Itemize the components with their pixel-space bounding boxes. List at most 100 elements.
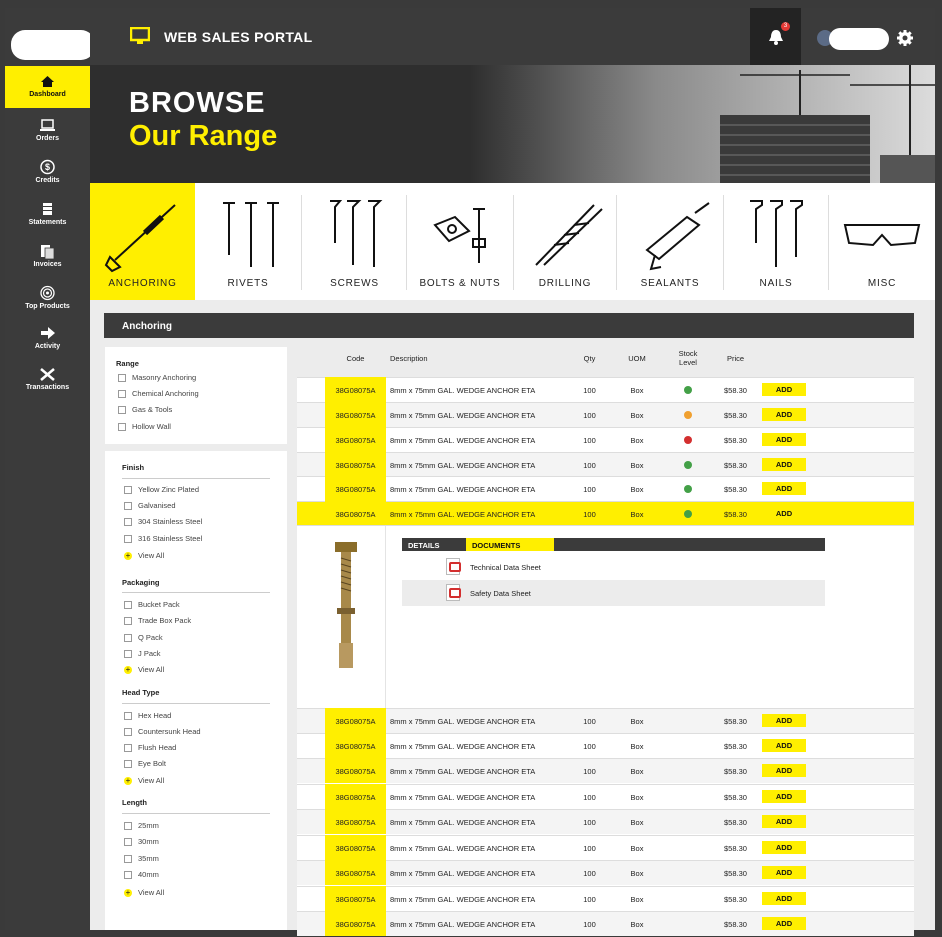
checkbox[interactable] xyxy=(124,634,132,643)
sidebar-item-invoices[interactable]: Invoices xyxy=(5,236,90,276)
checkbox[interactable] xyxy=(124,838,132,847)
category-misc[interactable]: MISC xyxy=(829,183,935,300)
product-code[interactable]: 38G08075A xyxy=(325,452,386,477)
add-button[interactable]: ADD xyxy=(762,917,806,930)
checkbox[interactable] xyxy=(118,374,126,383)
checkbox[interactable] xyxy=(124,518,132,527)
table-row[interactable]: 38G08075A 8mm x 75mm GAL. WEDGE ANCHOR ET… xyxy=(297,835,914,860)
checkbox[interactable] xyxy=(124,871,132,880)
checkbox[interactable] xyxy=(124,617,132,626)
filter-option[interactable]: Hex Head xyxy=(124,711,171,721)
sidebar-item-top-products[interactable]: Top Products xyxy=(5,278,90,318)
product-code[interactable]: 38G08075A xyxy=(325,860,386,885)
category-bolts-nuts[interactable]: BOLTS & NUTS xyxy=(407,183,513,300)
checkbox[interactable] xyxy=(124,535,132,544)
filter-option[interactable]: Yellow Zinc Plated xyxy=(124,485,199,495)
add-button[interactable]: ADD xyxy=(762,764,806,777)
filter-option[interactable]: 35mm xyxy=(124,854,159,864)
filter-option[interactable]: Trade Box Pack xyxy=(124,616,191,626)
checkbox[interactable] xyxy=(118,406,126,415)
product-code[interactable]: 38G08075A xyxy=(325,784,386,809)
table-row[interactable]: 38G08075A 8mm x 75mm GAL. WEDGE ANCHOR ET… xyxy=(297,886,914,911)
checkbox[interactable] xyxy=(124,855,132,864)
add-button[interactable]: ADD xyxy=(762,482,806,495)
checkbox[interactable] xyxy=(124,502,132,511)
checkbox[interactable] xyxy=(124,712,132,721)
filter-option[interactable]: Q Pack xyxy=(124,633,163,643)
sidebar-item-statements[interactable]: Statements xyxy=(5,194,90,234)
checkbox[interactable] xyxy=(118,423,126,432)
filter-option[interactable]: 25mm xyxy=(124,821,159,831)
category-sealants[interactable]: SEALANTS xyxy=(617,183,723,300)
checkbox[interactable] xyxy=(124,728,132,737)
add-button[interactable]: ADD xyxy=(762,841,806,854)
category-nails[interactable]: NAILS xyxy=(724,183,828,300)
table-row[interactable]: 38G08075A 8mm x 75mm GAL. WEDGE ANCHOR ET… xyxy=(297,377,914,402)
product-code[interactable]: 38G08075A xyxy=(325,911,386,936)
table-row[interactable]: 38G08075A 8mm x 75mm GAL. WEDGE ANCHOR ET… xyxy=(297,427,914,452)
add-button[interactable]: ADD xyxy=(762,714,806,727)
add-button[interactable]: ADD xyxy=(762,507,806,520)
filter-option[interactable]: 30mm xyxy=(124,837,159,847)
sidebar-item-transactions[interactable]: Transactions xyxy=(5,359,90,399)
add-button[interactable]: ADD xyxy=(762,458,806,471)
filter-option[interactable]: 40mm xyxy=(124,870,159,880)
product-code[interactable]: 38G08075A xyxy=(325,758,386,783)
category-anchoring[interactable]: ANCHORING xyxy=(90,183,195,300)
product-code[interactable]: 38G08075A xyxy=(325,377,386,402)
add-button[interactable]: ADD xyxy=(762,892,806,905)
category-rivets[interactable]: RIVETS xyxy=(195,183,301,300)
table-row[interactable]: 38G08075A 8mm x 75mm GAL. WEDGE ANCHOR ET… xyxy=(297,911,914,936)
table-row[interactable]: 38G08075A 8mm x 75mm GAL. WEDGE ANCHOR ET… xyxy=(297,402,914,427)
product-code[interactable]: 38G08075A xyxy=(325,886,386,911)
document-link[interactable]: Technical Data Sheet xyxy=(402,554,825,580)
add-button[interactable]: ADD xyxy=(762,815,806,828)
sidebar-item-dashboard[interactable]: Dashboard xyxy=(5,66,90,108)
category-drilling[interactable]: DRILLING xyxy=(514,183,616,300)
user-name[interactable] xyxy=(829,28,889,50)
add-button[interactable]: ADD xyxy=(762,866,806,879)
filter-option[interactable]: J Pack xyxy=(124,649,161,659)
product-code[interactable]: 38G08075A xyxy=(325,402,386,427)
document-link[interactable]: Safety Data Sheet xyxy=(402,580,825,606)
add-button[interactable]: ADD xyxy=(762,790,806,803)
checkbox[interactable] xyxy=(124,650,132,659)
filter-option[interactable]: Bucket Pack xyxy=(124,600,180,610)
filter-option[interactable]: 304 Stainless Steel xyxy=(124,517,202,527)
checkbox[interactable] xyxy=(124,486,132,495)
checkbox[interactable] xyxy=(124,822,132,831)
table-row[interactable]: 38G08075A 8mm x 75mm GAL. WEDGE ANCHOR ET… xyxy=(297,733,914,758)
view-all-link[interactable]: + View All xyxy=(124,665,164,675)
checkbox[interactable] xyxy=(124,744,132,753)
add-button[interactable]: ADD xyxy=(762,739,806,752)
table-row[interactable]: 38G08075A 8mm x 75mm GAL. WEDGE ANCHOR ET… xyxy=(297,452,914,477)
filter-option[interactable]: Flush Head xyxy=(124,743,176,753)
sidebar-item-activity[interactable]: Activity xyxy=(5,318,90,358)
notifications-button[interactable]: 3 xyxy=(750,8,801,65)
add-button[interactable]: ADD xyxy=(762,433,806,446)
product-code[interactable]: 38G08075A xyxy=(325,501,386,526)
add-button[interactable]: ADD xyxy=(762,383,806,396)
product-code[interactable]: 38G08075A xyxy=(325,835,386,860)
view-all-link[interactable]: + View All xyxy=(124,888,164,898)
filter-option[interactable]: Eye Bolt xyxy=(124,759,166,769)
sidebar-item-orders[interactable]: Orders xyxy=(5,110,90,150)
sidebar-item-credits[interactable]: $ Credits xyxy=(5,152,90,192)
product-code[interactable]: 38G08075A xyxy=(325,427,386,452)
checkbox[interactable] xyxy=(118,390,126,399)
product-code[interactable]: 38G08075A xyxy=(325,708,386,733)
add-button[interactable]: ADD xyxy=(762,408,806,421)
table-row[interactable]: 38G08075A 8mm x 75mm GAL. WEDGE ANCHOR ET… xyxy=(297,708,914,733)
view-all-link[interactable]: + View All xyxy=(124,551,164,561)
table-row[interactable]: 38G08075A 8mm x 75mm GAL. WEDGE ANCHOR ET… xyxy=(297,809,914,834)
product-code[interactable]: 38G08075A xyxy=(325,476,386,501)
checkbox[interactable] xyxy=(124,760,132,769)
table-row[interactable]: 38G08075A 8mm x 75mm GAL. WEDGE ANCHOR ET… xyxy=(297,501,914,526)
filter-option[interactable]: Countersunk Head xyxy=(124,727,201,737)
table-row[interactable]: 38G08075A 8mm x 75mm GAL. WEDGE ANCHOR ET… xyxy=(297,860,914,885)
product-code[interactable]: 38G08075A xyxy=(325,733,386,758)
checkbox[interactable] xyxy=(124,601,132,610)
table-row[interactable]: 38G08075A 8mm x 75mm GAL. WEDGE ANCHOR ET… xyxy=(297,476,914,501)
table-row[interactable]: 38G08075A 8mm x 75mm GAL. WEDGE ANCHOR ET… xyxy=(297,758,914,783)
tab-details[interactable]: DETAILS xyxy=(402,538,446,551)
